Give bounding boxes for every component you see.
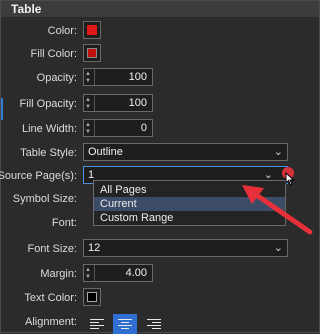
table-style-dropdown[interactable]: Outline ⌄ (83, 143, 288, 161)
opacity-label: Opacity: (36, 72, 77, 84)
chevron-up-icon[interactable]: ▲ (85, 267, 91, 273)
fill-opacity-value[interactable]: 100 (129, 97, 147, 109)
line-width-stepper[interactable]: ▲ ▼ 0 (83, 119, 153, 137)
align-left-button[interactable] (85, 314, 109, 334)
color-swatch-button[interactable] (83, 21, 101, 39)
align-right-icon (147, 318, 161, 330)
alignment-label: Alignment: (25, 316, 77, 328)
source-pages-label: Source Page(s): (0, 170, 77, 182)
fill-opacity-label: Fill Opacity: (19, 98, 77, 110)
margin-stepper-arrows[interactable]: ▲ ▼ (84, 265, 95, 281)
table-properties-panel: Table Color: Fill Color: Opacity: ▲ ▼ 10… (0, 0, 320, 334)
color-label: Color: (47, 25, 77, 37)
opacity-stepper[interactable]: ▲ ▼ 100 (83, 68, 153, 86)
color-swatch (87, 25, 97, 35)
fill-color-label: Fill Color: (30, 48, 77, 60)
text-color-label: Text Color: (24, 292, 77, 304)
chevron-down-icon[interactable]: ▼ (85, 129, 91, 135)
line-width-value[interactable]: 0 (141, 122, 147, 134)
font-size-label: Font Size: (27, 243, 77, 255)
margin-value[interactable]: 4.00 (126, 267, 147, 279)
chevron-down-icon[interactable]: ▼ (85, 104, 91, 110)
chevron-down-icon: ⌄ (273, 146, 283, 158)
line-width-label: Line Width: (21, 123, 77, 135)
panel-title: Table (11, 2, 42, 16)
focus-accent-bar (1, 98, 3, 120)
fill-opacity-stepper[interactable]: ▲ ▼ 100 (83, 94, 153, 112)
symbol-size-label: Symbol Size: (12, 193, 77, 205)
text-color-swatch-button[interactable] (83, 288, 101, 306)
chevron-down-icon[interactable]: ▼ (85, 274, 91, 280)
table-style-value: Outline (88, 146, 123, 158)
fill-color-swatch-button[interactable] (83, 44, 101, 62)
chevron-up-icon[interactable]: ▲ (85, 71, 91, 77)
chevron-down-icon: ⌄ (273, 242, 283, 254)
text-color-swatch (87, 292, 97, 302)
fill-opacity-stepper-arrows[interactable]: ▲ ▼ (84, 95, 95, 111)
chevron-up-icon[interactable]: ▲ (85, 97, 91, 103)
opacity-stepper-arrows[interactable]: ▲ ▼ (84, 69, 95, 85)
align-center-button[interactable] (113, 314, 137, 334)
fill-color-swatch (87, 48, 97, 58)
opacity-value[interactable]: 100 (129, 71, 147, 83)
margin-stepper[interactable]: ▲ ▼ 4.00 (83, 264, 153, 282)
margin-label: Margin: (40, 268, 77, 280)
chevron-down-icon[interactable]: ▼ (85, 78, 91, 84)
font-size-dropdown[interactable]: 12 ⌄ (83, 239, 288, 257)
font-label: Font: (51, 217, 77, 229)
table-style-label: Table Style: (20, 147, 77, 159)
align-right-button[interactable] (142, 314, 166, 334)
font-size-value: 12 (88, 242, 101, 254)
panel-header: Table (1, 1, 319, 17)
align-left-icon (90, 318, 104, 330)
line-width-stepper-arrows[interactable]: ▲ ▼ (84, 120, 95, 136)
align-center-icon (118, 318, 132, 330)
chevron-up-icon[interactable]: ▲ (85, 122, 91, 128)
annotation-arrow (242, 185, 313, 235)
